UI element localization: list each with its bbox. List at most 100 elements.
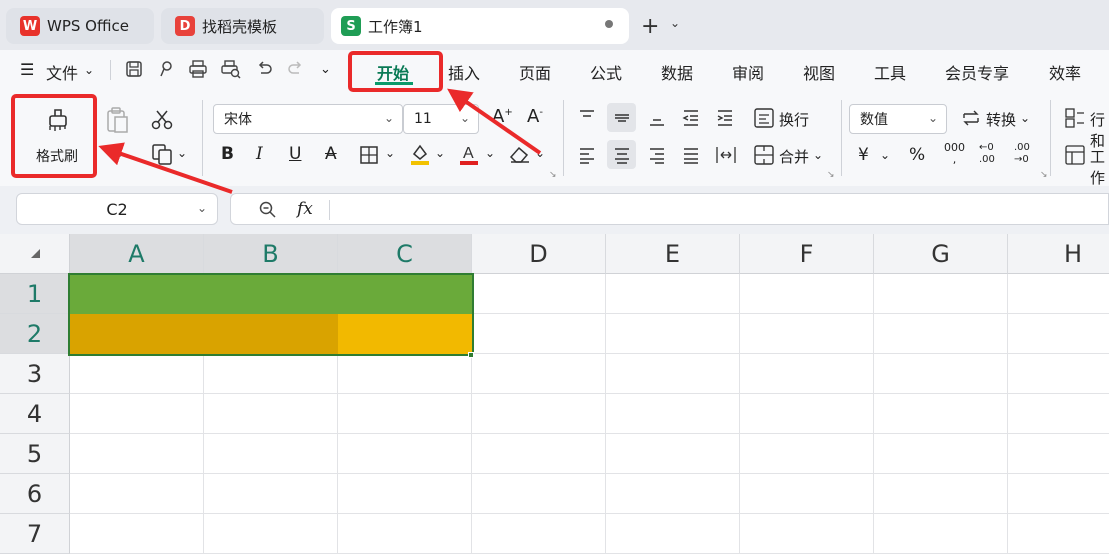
row-header-2[interactable]: 2 — [0, 314, 70, 354]
name-box[interactable]: C2 ⌄ — [16, 193, 218, 225]
chevron-down-icon[interactable]: ⌄ — [115, 146, 125, 160]
wrap-text-icon[interactable] — [753, 107, 775, 129]
menu-tab-efficiency[interactable]: 效率 — [1049, 60, 1081, 84]
select-all-corner[interactable] — [0, 234, 70, 274]
grid-cell-d1[interactable] — [472, 274, 606, 314]
column-header-g[interactable]: G — [874, 234, 1008, 274]
number-format-select[interactable]: 数值 ⌄ — [849, 104, 947, 134]
row-header-4[interactable]: 4 — [0, 394, 70, 434]
wrap-text-label[interactable]: 换行 — [779, 109, 809, 130]
new-tab-plus-icon[interactable]: + — [641, 14, 659, 39]
grid-cell-d7[interactable] — [472, 514, 606, 554]
column-header-f[interactable]: F — [740, 234, 874, 274]
align-top-icon[interactable] — [577, 108, 597, 128]
print-preview-icon[interactable] — [220, 59, 242, 79]
menu-tab-view[interactable]: 视图 — [803, 60, 835, 84]
grid-cell-g4[interactable] — [874, 394, 1008, 434]
grid-cell-e4[interactable] — [606, 394, 740, 434]
row-header-5[interactable]: 5 — [0, 434, 70, 474]
grid-cell-f4[interactable] — [740, 394, 874, 434]
grid-cell-c6[interactable] — [338, 474, 472, 514]
grid-cell-f7[interactable] — [740, 514, 874, 554]
chevron-down-icon[interactable]: ⌄ — [880, 148, 890, 162]
increase-decimal-icon[interactable]: ←0.00 — [979, 142, 995, 166]
chevron-down-icon[interactable]: ⌄ — [385, 146, 395, 160]
chevron-down-icon[interactable]: ⌄ — [320, 62, 331, 77]
grid-cell-b5[interactable] — [204, 434, 338, 474]
column-header-c[interactable]: C — [338, 234, 472, 274]
row-col-icon[interactable] — [1064, 107, 1086, 129]
menu-tab-member[interactable]: 会员专享 — [945, 60, 1009, 84]
grid-cell-e1[interactable] — [606, 274, 740, 314]
grid-cell-e3[interactable] — [606, 354, 740, 394]
grid-cell-h1[interactable] — [1008, 274, 1109, 314]
decrease-font-icon[interactable]: A- — [527, 106, 543, 127]
function-fx-icon[interactable]: fx — [297, 199, 313, 219]
justify-icon[interactable] — [681, 145, 701, 165]
grid-cell-g7[interactable] — [874, 514, 1008, 554]
grid-cell-h2[interactable] — [1008, 314, 1109, 354]
grid-cell-e7[interactable] — [606, 514, 740, 554]
strikethrough-icon[interactable]: A — [325, 144, 337, 164]
grid-cell-h4[interactable] — [1008, 394, 1109, 434]
merge-cells-label[interactable]: 合并 — [779, 146, 809, 167]
chevron-down-icon[interactable]: ⌄ — [670, 16, 680, 30]
grid-cell-d5[interactable] — [472, 434, 606, 474]
thousands-separator-icon[interactable]: 000, — [944, 142, 965, 166]
chevron-down-icon[interactable]: ⌄ — [435, 146, 445, 160]
grid-cell-a7[interactable] — [70, 514, 204, 554]
menu-tab-review[interactable]: 审阅 — [732, 60, 764, 84]
fill-color-icon[interactable] — [409, 142, 431, 166]
menu-tab-data[interactable]: 数据 — [661, 60, 693, 84]
increase-indent-icon[interactable] — [715, 108, 735, 128]
chevron-down-icon[interactable]: ⌄ — [535, 146, 545, 160]
row-header-6[interactable]: 6 — [0, 474, 70, 514]
grid-cell-a6[interactable] — [70, 474, 204, 514]
grid-cell-e6[interactable] — [606, 474, 740, 514]
grid-cell-g1[interactable] — [874, 274, 1008, 314]
row-col-label[interactable]: 行和 — [1090, 109, 1109, 151]
grid-cell-f1[interactable] — [740, 274, 874, 314]
grid-cell-h5[interactable] — [1008, 434, 1109, 474]
menu-tab-insert[interactable]: 插入 — [448, 60, 480, 84]
row-header-7[interactable]: 7 — [0, 514, 70, 554]
grid-cell-f5[interactable] — [740, 434, 874, 474]
align-center-icon[interactable] — [612, 145, 632, 165]
menu-tab-formula[interactable]: 公式 — [590, 60, 622, 84]
undo-icon[interactable] — [254, 59, 274, 79]
fill-handle[interactable] — [468, 352, 474, 358]
decrease-decimal-icon[interactable]: .00 →0 — [1014, 142, 1030, 166]
font-name-select[interactable]: 宋体 ⌄ — [213, 104, 403, 134]
dialog-launcher-icon[interactable]: ↘ — [1040, 170, 1048, 180]
grid-cell-d2[interactable] — [472, 314, 606, 354]
grid-cell-g3[interactable] — [874, 354, 1008, 394]
grid-cell-g5[interactable] — [874, 434, 1008, 474]
tab-template[interactable]: D 找稻壳模板 — [161, 8, 324, 44]
grid-cell-d3[interactable] — [472, 354, 606, 394]
chevron-down-icon[interactable]: ⌄ — [177, 146, 187, 160]
increase-font-icon[interactable]: A+ — [492, 106, 513, 127]
grid-cell-g6[interactable] — [874, 474, 1008, 514]
grid-cell-c4[interactable] — [338, 394, 472, 434]
column-header-h[interactable]: H — [1008, 234, 1109, 274]
font-color-icon[interactable]: A — [458, 142, 480, 166]
row-header-3[interactable]: 3 — [0, 354, 70, 394]
border-icon[interactable] — [359, 145, 379, 165]
convert-icon[interactable] — [960, 108, 982, 128]
grid-cell-f3[interactable] — [740, 354, 874, 394]
align-middle-icon[interactable] — [612, 108, 632, 128]
grid-cell-b7[interactable] — [204, 514, 338, 554]
zoom-search-icon[interactable] — [258, 200, 278, 220]
formula-input[interactable]: fx — [230, 193, 1109, 225]
grid-cell-e5[interactable] — [606, 434, 740, 474]
dialog-launcher-icon[interactable]: ↘ — [549, 170, 557, 180]
grid-cell-g2[interactable] — [874, 314, 1008, 354]
menu-tab-page[interactable]: 页面 — [519, 60, 551, 84]
menu-file[interactable]: 文件 — [46, 60, 78, 84]
share-icon[interactable] — [157, 59, 177, 79]
bold-icon[interactable]: B — [221, 144, 234, 164]
grid-cell-c5[interactable] — [338, 434, 472, 474]
clear-eraser-icon[interactable] — [508, 144, 532, 164]
grid-cell-a4[interactable] — [70, 394, 204, 434]
chevron-down-icon[interactable]: ⌄ — [1020, 111, 1030, 125]
